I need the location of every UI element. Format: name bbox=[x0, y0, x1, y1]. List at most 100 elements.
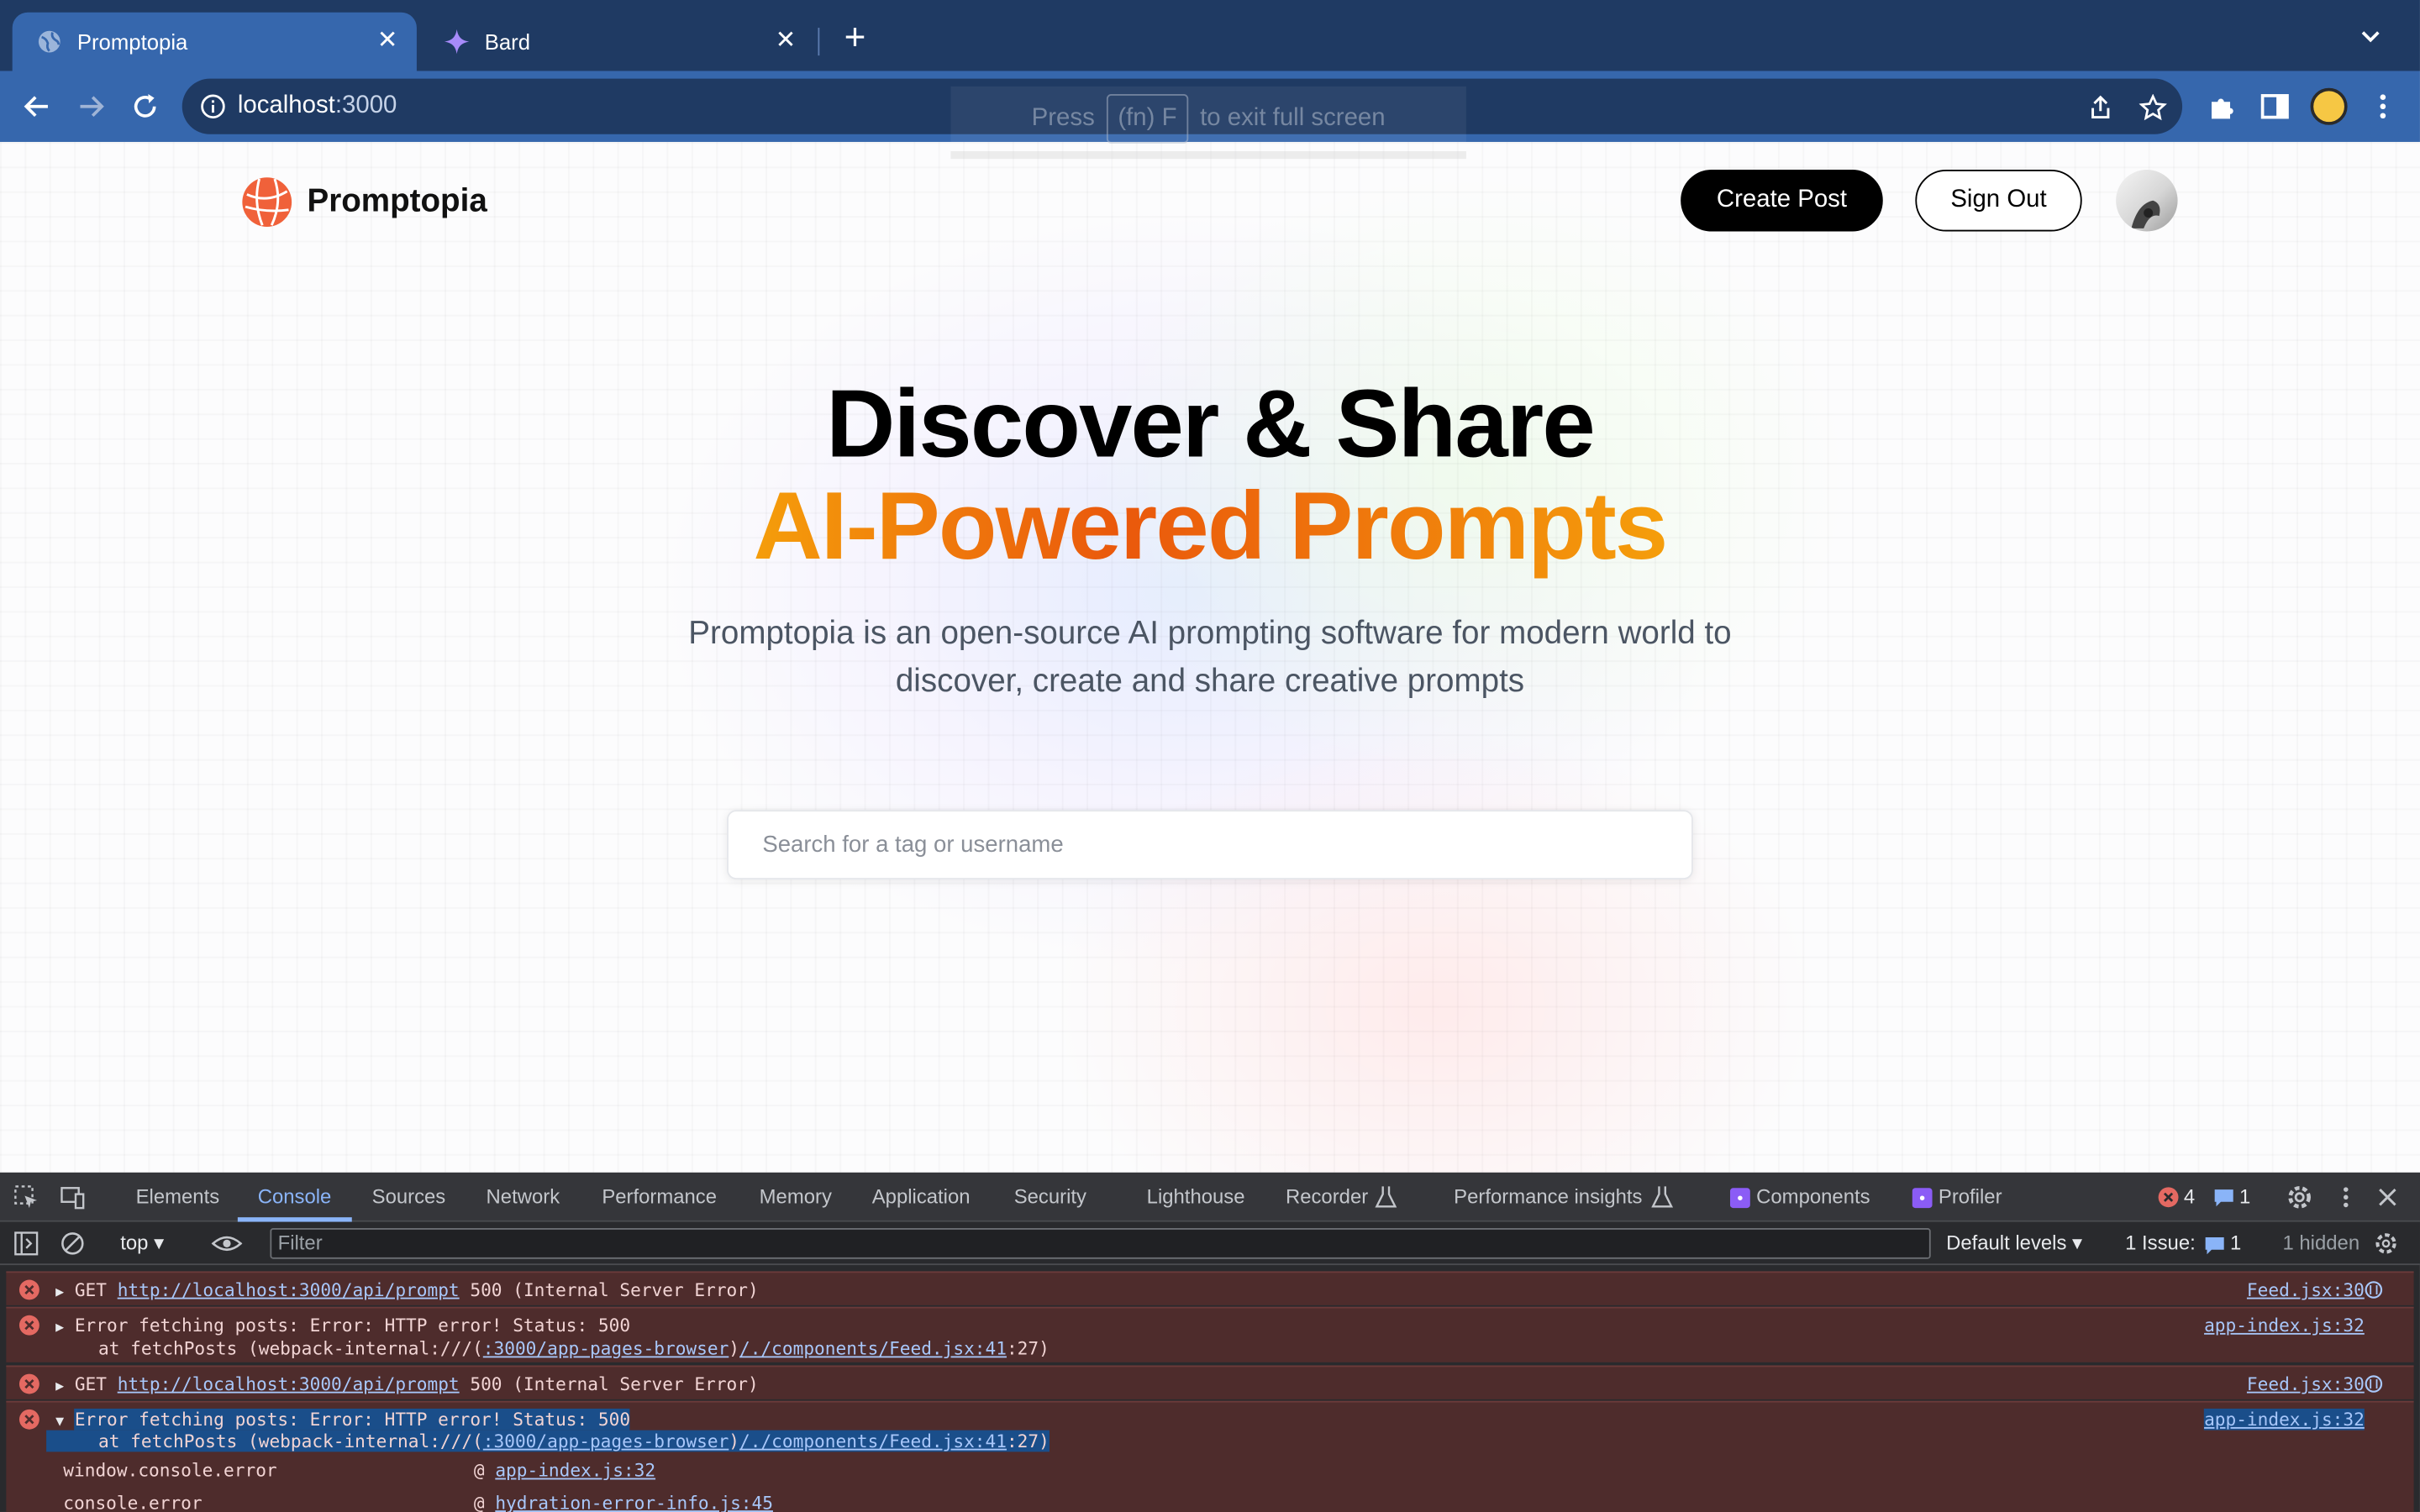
back-arrow-icon[interactable] bbox=[18, 88, 55, 125]
close-tab-icon[interactable]: ✕ bbox=[373, 28, 401, 55]
tab-profiler[interactable]: Profiler bbox=[1939, 1185, 2002, 1209]
tab-elements[interactable]: Elements bbox=[136, 1185, 220, 1209]
react-icon bbox=[1729, 1188, 1750, 1209]
tab-network[interactable]: Network bbox=[487, 1185, 560, 1209]
kebab-menu-icon[interactable] bbox=[2333, 1185, 2358, 1210]
log-stack-line: at fetchPosts (webpack-internal:///(:300… bbox=[46, 1430, 1050, 1452]
url-host: localhost bbox=[237, 92, 335, 119]
log-prefix: GET bbox=[74, 1278, 118, 1301]
network-request-icon[interactable] bbox=[2365, 1280, 2383, 1299]
error-icon bbox=[18, 1373, 39, 1394]
reload-icon[interactable] bbox=[127, 88, 164, 125]
error-icon bbox=[18, 1315, 39, 1336]
create-post-button[interactable]: Create Post bbox=[1681, 170, 1883, 232]
tab-sources[interactable]: Sources bbox=[372, 1185, 446, 1209]
devtools-tab-bar: Elements Console Sources Network Perform… bbox=[0, 1172, 2420, 1222]
collapse-triangle-icon[interactable]: ▼ bbox=[55, 1415, 64, 1430]
tab-bard[interactable]: Bard ✕ bbox=[420, 13, 815, 71]
inspect-element-icon[interactable] bbox=[14, 1185, 39, 1210]
log-url-link[interactable]: http://localhost:3000/api/prompt bbox=[118, 1279, 460, 1301]
tab-memory[interactable]: Memory bbox=[760, 1185, 832, 1209]
expand-triangle-icon[interactable]: ▶ bbox=[55, 1379, 64, 1394]
sidebar-toggle-icon[interactable] bbox=[14, 1231, 39, 1256]
close-icon[interactable] bbox=[2375, 1185, 2400, 1210]
tab-performance-insights[interactable]: Performance insights bbox=[1454, 1185, 1642, 1209]
issue-message-icon bbox=[2205, 1237, 2224, 1255]
levels-label: Default levels bbox=[1946, 1231, 2067, 1255]
expand-triangle-icon[interactable]: ▶ bbox=[55, 1320, 64, 1336]
avatar-image bbox=[2131, 200, 2160, 228]
trace-fn: window.console.error bbox=[63, 1459, 277, 1482]
error-count[interactable]: 4 bbox=[2184, 1185, 2195, 1209]
extensions-puzzle-icon[interactable] bbox=[2207, 91, 2238, 122]
trace-file-link[interactable]: app-index.js:32 bbox=[495, 1460, 655, 1482]
log-prefix: GET bbox=[74, 1373, 118, 1395]
log-levels-dropdown[interactable]: Default levels ▾ bbox=[1946, 1231, 2082, 1256]
tab-promptopia[interactable]: Promptopia ✕ bbox=[12, 12, 417, 71]
trace-at: @ bbox=[473, 1492, 496, 1512]
profile-avatar[interactable] bbox=[2116, 170, 2178, 232]
log-source-link[interactable]: app-index.js:32 bbox=[2204, 1408, 2365, 1431]
stack-text: ) bbox=[729, 1337, 740, 1360]
tab-performance[interactable]: Performance bbox=[602, 1185, 717, 1209]
brand-logo-link[interactable]: Promptopia bbox=[241, 176, 487, 228]
settings-gear-icon[interactable] bbox=[2286, 1184, 2313, 1211]
console-error-row[interactable]: ▶ GET http://localhost:3000/api/prompt 5… bbox=[6, 1365, 2414, 1399]
log-url-link[interactable]: http://localhost:3000/api/prompt bbox=[118, 1373, 460, 1395]
bookmark-star-icon[interactable] bbox=[2139, 94, 2167, 122]
tab-lighthouse[interactable]: Lighthouse bbox=[1147, 1185, 1245, 1209]
console-error-row[interactable]: ▶ GET http://localhost:3000/api/prompt 5… bbox=[6, 1271, 2414, 1305]
react-icon bbox=[1912, 1188, 1933, 1209]
bard-sparkle-icon bbox=[444, 29, 470, 55]
browser-profile-avatar[interactable] bbox=[2310, 87, 2348, 125]
trace-fn: console.error bbox=[63, 1492, 203, 1512]
share-icon[interactable] bbox=[2086, 94, 2114, 122]
stack-text: :27) bbox=[1006, 1337, 1050, 1360]
console-error-row[interactable]: ▶ Error fetching posts: Error: HTTP erro… bbox=[6, 1306, 2414, 1362]
log-source-link[interactable]: Feed.jsx:30 bbox=[2247, 1279, 2365, 1301]
forward-arrow-icon[interactable] bbox=[72, 88, 109, 125]
browser-tab-strip: Promptopia ✕ Bard ✕ + bbox=[0, 0, 2420, 71]
close-tab-icon[interactable]: ✕ bbox=[771, 28, 799, 55]
network-request-icon[interactable] bbox=[2365, 1374, 2383, 1393]
tab-components[interactable]: Components bbox=[1756, 1185, 1870, 1209]
stack-link[interactable]: :3000/app-pages-browser bbox=[483, 1431, 729, 1452]
clear-console-icon[interactable] bbox=[60, 1231, 85, 1256]
tab-application[interactable]: Application bbox=[872, 1185, 971, 1209]
sign-out-button[interactable]: Sign Out bbox=[1915, 170, 2082, 232]
log-source-link[interactable]: app-index.js:32 bbox=[2204, 1315, 2365, 1336]
trace-file-link[interactable]: hydration-error-info.js:45 bbox=[495, 1492, 773, 1512]
tab-recorder[interactable]: Recorder bbox=[1286, 1185, 1368, 1209]
trace-location: @ hydration-error-info.js:45 bbox=[474, 1492, 773, 1512]
message-count[interactable]: 1 bbox=[2239, 1185, 2250, 1209]
device-toolbar-icon[interactable] bbox=[60, 1185, 85, 1210]
url-text[interactable]: localhost:3000 bbox=[238, 92, 397, 120]
console-error-row-expanded[interactable]: ▼ Error fetching posts: Error: HTTP erro… bbox=[6, 1400, 2414, 1512]
log-source-link[interactable]: Feed.jsx:30 bbox=[2247, 1373, 2365, 1395]
stack-link[interactable]: :3000/app-pages-browser bbox=[483, 1337, 729, 1359]
stack-link[interactable]: /./components/Feed.jsx:41 bbox=[739, 1431, 1007, 1452]
hint-text: Press bbox=[1031, 104, 1095, 132]
side-panel-icon[interactable] bbox=[2260, 91, 2291, 122]
eye-icon[interactable] bbox=[211, 1231, 243, 1256]
tab-console[interactable]: Console bbox=[258, 1185, 332, 1209]
expand-triangle-icon[interactable]: ▶ bbox=[55, 1285, 64, 1300]
tab-separator bbox=[818, 28, 820, 56]
issues-label[interactable]: 1 Issue: bbox=[2125, 1231, 2196, 1255]
hero-gradient-text: AI-Powered Prompts bbox=[753, 473, 1669, 580]
search-input[interactable] bbox=[727, 810, 1693, 879]
tab-security[interactable]: Security bbox=[1014, 1185, 1086, 1209]
stack-text: ) bbox=[729, 1430, 740, 1452]
console-settings-gear-icon[interactable] bbox=[2374, 1231, 2398, 1256]
new-tab-button[interactable]: + bbox=[838, 19, 871, 56]
log-message: Error fetching posts: Error: HTTP error!… bbox=[74, 1314, 631, 1336]
kebab-menu-icon[interactable] bbox=[2367, 91, 2398, 122]
site-info-icon[interactable] bbox=[201, 94, 225, 118]
devtools-panel: Elements Console Sources Network Perform… bbox=[0, 1172, 2420, 1512]
message-count-icon bbox=[2214, 1189, 2233, 1207]
context-selector[interactable]: top ▾ bbox=[120, 1231, 164, 1256]
chevron-down-icon[interactable] bbox=[2358, 24, 2382, 49]
filter-input[interactable]: Filter bbox=[270, 1228, 1931, 1259]
issues-count[interactable]: 1 bbox=[2230, 1231, 2241, 1255]
stack-link[interactable]: /./components/Feed.jsx:41 bbox=[739, 1337, 1007, 1359]
